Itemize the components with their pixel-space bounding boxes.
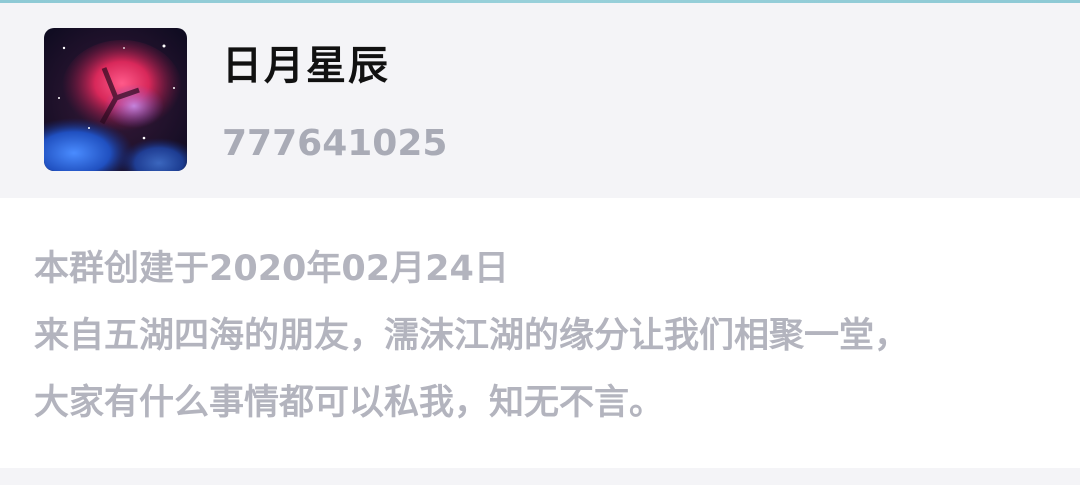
group-id: 777641025: [222, 123, 448, 164]
group-intro-card: 本群创建于2020年02月24日 来自五湖四海的朋友，濡沫江湖的缘分让我们相聚一…: [0, 198, 1080, 468]
nebula-avatar-icon: [44, 28, 187, 171]
intro-text-line: 来自五湖四海的朋友，濡沫江湖的缘分让我们相聚一堂，: [34, 316, 910, 356]
group-avatar[interactable]: [44, 28, 187, 171]
intro-created-date: 本群创建于2020年02月24日: [34, 249, 509, 289]
section-divider: [0, 468, 1080, 485]
group-header: 日月星辰 777641025: [0, 0, 1080, 198]
group-name: 日月星辰: [222, 43, 390, 89]
intro-text-line: 大家有什么事情都可以私我，知无不言。: [34, 383, 665, 423]
top-accent-bar: [0, 0, 1080, 3]
